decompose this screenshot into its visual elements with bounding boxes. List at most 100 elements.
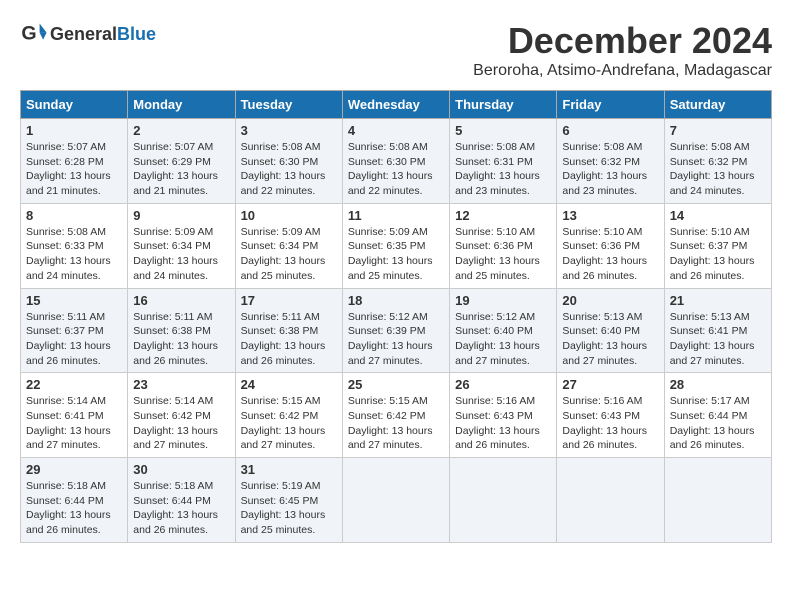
day-number: 2 bbox=[133, 123, 229, 138]
logo-icon: G bbox=[20, 20, 48, 48]
logo-general: General bbox=[50, 24, 117, 44]
day-header-saturday: Saturday bbox=[664, 91, 771, 119]
cell-content: Sunrise: 5:14 AMSunset: 6:41 PMDaylight:… bbox=[26, 394, 122, 453]
day-number: 13 bbox=[562, 208, 658, 223]
cell-content: Sunrise: 5:09 AMSunset: 6:34 PMDaylight:… bbox=[133, 225, 229, 284]
calendar-cell: 10Sunrise: 5:09 AMSunset: 6:34 PMDayligh… bbox=[235, 203, 342, 288]
day-number: 3 bbox=[241, 123, 337, 138]
day-number: 25 bbox=[348, 377, 444, 392]
day-number: 1 bbox=[26, 123, 122, 138]
calendar-cell: 24 Sunrise: 5:15 AMSunset: 6:42 PMDayligh… bbox=[235, 373, 342, 458]
calendar-cell: 4 Sunrise: 5:08 AMSunset: 6:30 PMDaylight… bbox=[342, 119, 449, 204]
day-number: 24 bbox=[241, 377, 337, 392]
calendar-cell bbox=[664, 458, 771, 543]
header: G GeneralBlue December 2024 Beroroha, At… bbox=[20, 20, 772, 80]
day-header-friday: Friday bbox=[557, 91, 664, 119]
cell-content: Sunrise: 5:08 AMSunset: 6:30 PMDaylight:… bbox=[241, 140, 337, 199]
week-row-4: 22 Sunrise: 5:14 AMSunset: 6:41 PMDayligh… bbox=[21, 373, 772, 458]
calendar-cell: 25 Sunrise: 5:15 AMSunset: 6:42 PMDayligh… bbox=[342, 373, 449, 458]
day-number: 12 bbox=[455, 208, 551, 223]
cell-content: Sunrise: 5:07 AMSunset: 6:29 PMDaylight:… bbox=[133, 140, 229, 199]
day-number: 4 bbox=[348, 123, 444, 138]
day-number: 26 bbox=[455, 377, 551, 392]
calendar-cell: 28Sunrise: 5:17 AMSunset: 6:44 PMDayligh… bbox=[664, 373, 771, 458]
calendar-cell: 6 Sunrise: 5:08 AMSunset: 6:32 PMDaylight… bbox=[557, 119, 664, 204]
cell-content: Sunrise: 5:16 AMSunset: 6:43 PMDaylight:… bbox=[455, 394, 551, 453]
cell-content: Sunrise: 5:14 AMSunset: 6:42 PMDaylight:… bbox=[133, 394, 229, 453]
calendar-cell: 9 Sunrise: 5:09 AMSunset: 6:34 PMDaylight… bbox=[128, 203, 235, 288]
cell-content: Sunrise: 5:07 AMSunset: 6:28 PMDaylight:… bbox=[26, 140, 122, 199]
cell-content: Sunrise: 5:16 AMSunset: 6:43 PMDaylight:… bbox=[562, 394, 658, 453]
calendar-cell: 27 Sunrise: 5:16 AMSunset: 6:43 PMDayligh… bbox=[557, 373, 664, 458]
svg-text:G: G bbox=[21, 23, 36, 45]
cell-content: Sunrise: 5:15 AMSunset: 6:42 PMDaylight:… bbox=[241, 394, 337, 453]
day-number: 17 bbox=[241, 293, 337, 308]
cell-content: Sunrise: 5:13 AMSunset: 6:41 PMDaylight:… bbox=[670, 310, 766, 369]
calendar-cell: 2 Sunrise: 5:07 AMSunset: 6:29 PMDaylight… bbox=[128, 119, 235, 204]
cell-content: Sunrise: 5:10 AMSunset: 6:36 PMDaylight:… bbox=[562, 225, 658, 284]
calendar-cell: 7Sunrise: 5:08 AMSunset: 6:32 PMDaylight… bbox=[664, 119, 771, 204]
day-number: 10 bbox=[241, 208, 337, 223]
cell-content: Sunrise: 5:12 AMSunset: 6:40 PMDaylight:… bbox=[455, 310, 551, 369]
calendar-cell: 20 Sunrise: 5:13 AMSunset: 6:40 PMDayligh… bbox=[557, 288, 664, 373]
title-area: December 2024 Beroroha, Atsimo-Andrefana… bbox=[473, 20, 772, 80]
day-header-tuesday: Tuesday bbox=[235, 91, 342, 119]
calendar-cell: 1 Sunrise: 5:07 AMSunset: 6:28 PMDaylight… bbox=[21, 119, 128, 204]
logo: G GeneralBlue bbox=[20, 20, 156, 48]
day-number: 11 bbox=[348, 208, 444, 223]
day-number: 8 bbox=[26, 208, 122, 223]
day-number: 9 bbox=[133, 208, 229, 223]
cell-content: Sunrise: 5:15 AMSunset: 6:42 PMDaylight:… bbox=[348, 394, 444, 453]
calendar-cell: 16Sunrise: 5:11 AMSunset: 6:38 PMDayligh… bbox=[128, 288, 235, 373]
cell-content: Sunrise: 5:08 AMSunset: 6:30 PMDaylight:… bbox=[348, 140, 444, 199]
cell-content: Sunrise: 5:13 AMSunset: 6:40 PMDaylight:… bbox=[562, 310, 658, 369]
day-number: 22 bbox=[26, 377, 122, 392]
calendar-cell: 8Sunrise: 5:08 AMSunset: 6:33 PMDaylight… bbox=[21, 203, 128, 288]
cell-content: Sunrise: 5:12 AMSunset: 6:39 PMDaylight:… bbox=[348, 310, 444, 369]
cell-content: Sunrise: 5:17 AMSunset: 6:44 PMDaylight:… bbox=[670, 394, 766, 453]
calendar-cell: 22 Sunrise: 5:14 AMSunset: 6:41 PMDayligh… bbox=[21, 373, 128, 458]
day-number: 31 bbox=[241, 462, 337, 477]
day-number: 29 bbox=[26, 462, 122, 477]
week-row-5: 29 Sunrise: 5:18 AMSunset: 6:44 PMDayligh… bbox=[21, 458, 772, 543]
day-header-monday: Monday bbox=[128, 91, 235, 119]
day-header-thursday: Thursday bbox=[450, 91, 557, 119]
calendar-cell: 13 Sunrise: 5:10 AMSunset: 6:36 PMDayligh… bbox=[557, 203, 664, 288]
day-header-sunday: Sunday bbox=[21, 91, 128, 119]
cell-content: Sunrise: 5:18 AMSunset: 6:44 PMDaylight:… bbox=[26, 479, 122, 538]
cell-content: Sunrise: 5:18 AMSunset: 6:44 PMDaylight:… bbox=[133, 479, 229, 538]
calendar-cell: 12Sunrise: 5:10 AMSunset: 6:36 PMDayligh… bbox=[450, 203, 557, 288]
day-header-wednesday: Wednesday bbox=[342, 91, 449, 119]
day-number: 14 bbox=[670, 208, 766, 223]
calendar-cell: 29 Sunrise: 5:18 AMSunset: 6:44 PMDayligh… bbox=[21, 458, 128, 543]
calendar-cell: 30 Sunrise: 5:18 AMSunset: 6:44 PMDayligh… bbox=[128, 458, 235, 543]
day-number: 27 bbox=[562, 377, 658, 392]
cell-content: Sunrise: 5:08 AMSunset: 6:32 PMDaylight:… bbox=[670, 140, 766, 199]
logo-blue: Blue bbox=[117, 24, 156, 44]
calendar-cell: 11Sunrise: 5:09 AMSunset: 6:35 PMDayligh… bbox=[342, 203, 449, 288]
cell-content: Sunrise: 5:19 AMSunset: 6:45 PMDaylight:… bbox=[241, 479, 337, 538]
cell-content: Sunrise: 5:10 AMSunset: 6:37 PMDaylight:… bbox=[670, 225, 766, 284]
calendar-cell bbox=[342, 458, 449, 543]
calendar-cell: 18Sunrise: 5:12 AMSunset: 6:39 PMDayligh… bbox=[342, 288, 449, 373]
calendar-cell bbox=[557, 458, 664, 543]
location-title: Beroroha, Atsimo-Andrefana, Madagascar bbox=[473, 62, 772, 80]
calendar-cell: 15 Sunrise: 5:11 AMSunset: 6:37 PMDayligh… bbox=[21, 288, 128, 373]
cell-content: Sunrise: 5:11 AMSunset: 6:38 PMDaylight:… bbox=[241, 310, 337, 369]
cell-content: Sunrise: 5:08 AMSunset: 6:32 PMDaylight:… bbox=[562, 140, 658, 199]
calendar-cell: 5Sunrise: 5:08 AMSunset: 6:31 PMDaylight… bbox=[450, 119, 557, 204]
day-number: 30 bbox=[133, 462, 229, 477]
day-number: 20 bbox=[562, 293, 658, 308]
day-number: 23 bbox=[133, 377, 229, 392]
calendar-cell: 21Sunrise: 5:13 AMSunset: 6:41 PMDayligh… bbox=[664, 288, 771, 373]
day-number: 19 bbox=[455, 293, 551, 308]
cell-content: Sunrise: 5:11 AMSunset: 6:37 PMDaylight:… bbox=[26, 310, 122, 369]
calendar-cell: 17 Sunrise: 5:11 AMSunset: 6:38 PMDayligh… bbox=[235, 288, 342, 373]
day-number: 15 bbox=[26, 293, 122, 308]
calendar-cell: 26 Sunrise: 5:16 AMSunset: 6:43 PMDayligh… bbox=[450, 373, 557, 458]
calendar-cell: 23 Sunrise: 5:14 AMSunset: 6:42 PMDayligh… bbox=[128, 373, 235, 458]
calendar-cell: 3 Sunrise: 5:08 AMSunset: 6:30 PMDaylight… bbox=[235, 119, 342, 204]
day-number: 6 bbox=[562, 123, 658, 138]
calendar-cell bbox=[450, 458, 557, 543]
cell-content: Sunrise: 5:08 AMSunset: 6:31 PMDaylight:… bbox=[455, 140, 551, 199]
